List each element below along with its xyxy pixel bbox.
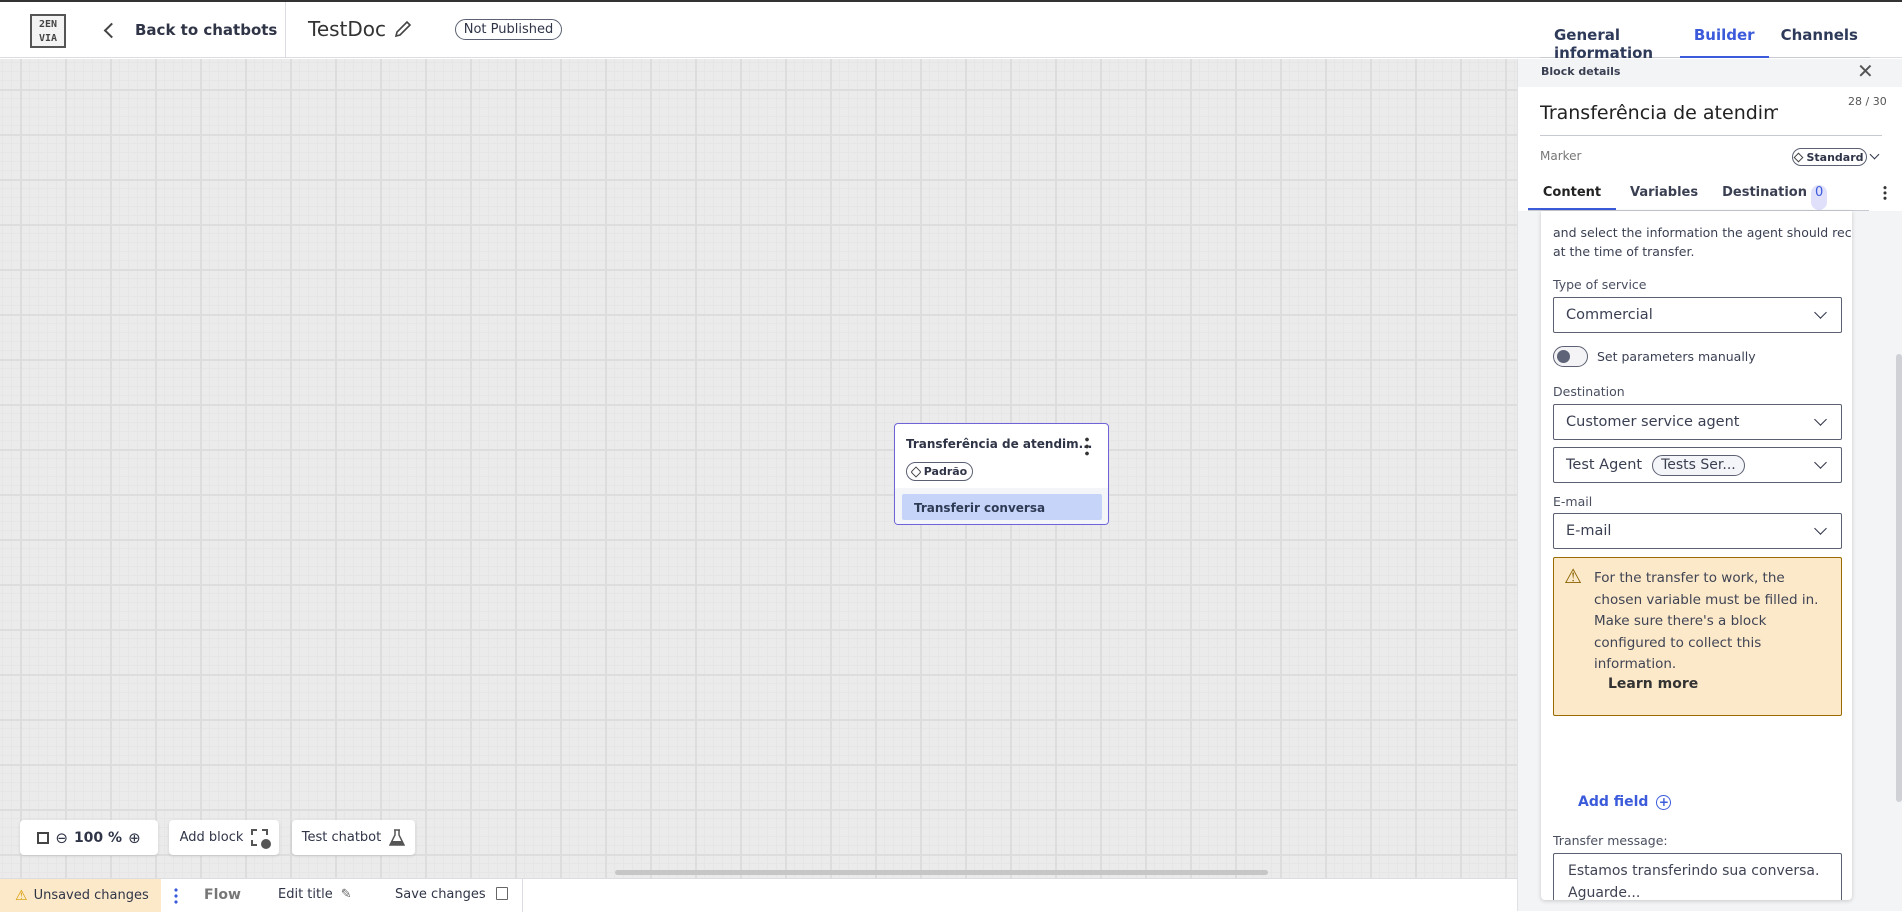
warning-icon: ⚠ <box>15 887 28 904</box>
bottom-bar: ⚠ Unsaved changes Flow Edit title ✎ Save c… <box>0 878 1517 912</box>
node-option-transferir-conversa[interactable]: Transferir conversa <box>902 494 1102 520</box>
flow-label[interactable]: Flow <box>204 887 241 903</box>
toggle-knob <box>1557 350 1570 363</box>
more-options-icon[interactable] <box>174 887 178 905</box>
learn-more-link[interactable]: Learn more <box>1608 676 1698 692</box>
intro-text: and select the information the agent sho… <box>1553 225 1852 259</box>
transfer-message-textarea[interactable]: Estamos transferindo sua conversa. Aguar… <box>1553 853 1842 900</box>
chevron-left-icon <box>103 22 120 38</box>
marker-select[interactable]: Standard <box>1792 148 1867 166</box>
tab-general-information[interactable]: General information <box>1540 26 1680 62</box>
destination-select[interactable]: Customer service agent <box>1553 404 1842 440</box>
add-block-icon <box>251 829 272 849</box>
tab-builder[interactable]: Builder <box>1679 26 1769 58</box>
add-block-button[interactable]: Add block <box>169 820 279 855</box>
tab-destination[interactable]: Destination 0 <box>1712 177 1837 210</box>
warning-box: ⚠ For the transfer to work, the chosen v… <box>1553 557 1842 716</box>
back-label: Back to chatbots <box>135 21 278 39</box>
tag-icon <box>910 465 922 478</box>
flask-icon <box>389 828 406 846</box>
top-header: 2EN VIA Back to chatbots TestDoc Not Publ… <box>0 2 1902 62</box>
panel-header: Block details <box>1541 65 1621 78</box>
add-field-button[interactable]: Add field + <box>1578 794 1672 810</box>
plus-circle-icon: + <box>1656 794 1672 810</box>
zoom-level: 100 % <box>73 829 123 846</box>
block-details-panel: Block details ✕ Transferência de atendim… <box>1517 59 1902 911</box>
unsaved-changes-indicator: ⚠ Unsaved changes <box>0 879 161 912</box>
chevron-down-icon <box>1814 306 1827 319</box>
flow-canvas[interactable]: Transferência de atendim... Padrão Trans… <box>0 59 1517 878</box>
type-of-service-label: Type of service <box>1553 277 1647 292</box>
save-changes-button[interactable]: Save changes <box>395 887 508 902</box>
main-tabs: General information Builder Channels <box>1540 26 1870 62</box>
back-button[interactable]: Back to chatbots <box>100 18 277 42</box>
node-menu-icon[interactable] <box>1085 436 1089 456</box>
pencil-icon[interactable] <box>393 19 413 39</box>
tab-variables[interactable]: Variables <box>1616 177 1712 210</box>
tab-content[interactable]: Content <box>1528 177 1616 210</box>
status-text: Not Published <box>463 22 554 37</box>
chevron-down-icon <box>1814 456 1827 469</box>
pencil-icon: ✎ <box>340 887 352 902</box>
warning-text: For the transfer to work, the chosen var… <box>1594 570 1819 672</box>
chevron-down-icon <box>1814 522 1827 535</box>
fit-screen-icon[interactable] <box>37 831 50 844</box>
horizontal-scrollbar[interactable] <box>615 870 1268 875</box>
flow-node[interactable]: Transferência de atendim... Padrão Trans… <box>894 423 1109 525</box>
divider <box>522 879 523 912</box>
agent-select[interactable]: Test Agent Tests Ser... <box>1553 447 1842 483</box>
panel-scrollbar[interactable] <box>1896 354 1902 802</box>
zoom-in-icon[interactable]: ⊕ <box>128 829 141 847</box>
transfer-message-label: Transfer message: <box>1553 833 1668 848</box>
destination-count-badge: 0 <box>1811 185 1828 210</box>
email-select[interactable]: E-mail <box>1553 513 1842 549</box>
tab-channels[interactable]: Channels <box>1769 26 1870 57</box>
close-icon[interactable]: ✕ <box>1857 59 1874 83</box>
more-options-icon[interactable] <box>1883 185 1887 201</box>
zoom-controls: ⊖ 100 % ⊕ <box>20 820 158 855</box>
node-title: Transferência de atendim... <box>906 437 1093 451</box>
char-counter: 28 / 30 <box>1848 95 1887 108</box>
chevron-down-icon <box>1814 413 1827 426</box>
node-marker-badge: Padrão <box>906 462 973 481</box>
test-chatbot-button[interactable]: Test chatbot <box>292 820 415 855</box>
panel-tabs: Content Variables Destination 0 <box>1528 177 1869 211</box>
agent-tag: Tests Ser... <box>1652 454 1745 476</box>
toggle-label: Set parameters manually <box>1597 349 1756 364</box>
type-of-service-select[interactable]: Commercial <box>1553 297 1842 333</box>
tag-icon <box>1794 152 1804 162</box>
logo: 2EN VIA <box>30 14 66 48</box>
zoom-out-icon[interactable]: ⊖ <box>55 829 68 847</box>
marker-label: Marker <box>1540 149 1582 163</box>
block-title-input[interactable]: Transferência de atendimento <box>1540 102 1882 136</box>
block-info: Transferência de atendimento 28 / 30 Mar… <box>1518 87 1902 211</box>
save-icon <box>495 887 508 900</box>
warning-icon: ⚠ <box>1564 564 1582 588</box>
chevron-down-icon[interactable] <box>1869 149 1880 160</box>
set-parameters-toggle[interactable] <box>1553 346 1588 367</box>
status-badge: Not Published <box>455 19 562 40</box>
content-card: and select the information the agent sho… <box>1541 211 1852 900</box>
edit-title-button[interactable]: Edit title ✎ <box>278 887 352 902</box>
doc-title: TestDoc <box>308 17 387 41</box>
destination-label: Destination <box>1553 384 1625 399</box>
divider <box>285 2 286 58</box>
email-label: E-mail <box>1553 494 1593 509</box>
